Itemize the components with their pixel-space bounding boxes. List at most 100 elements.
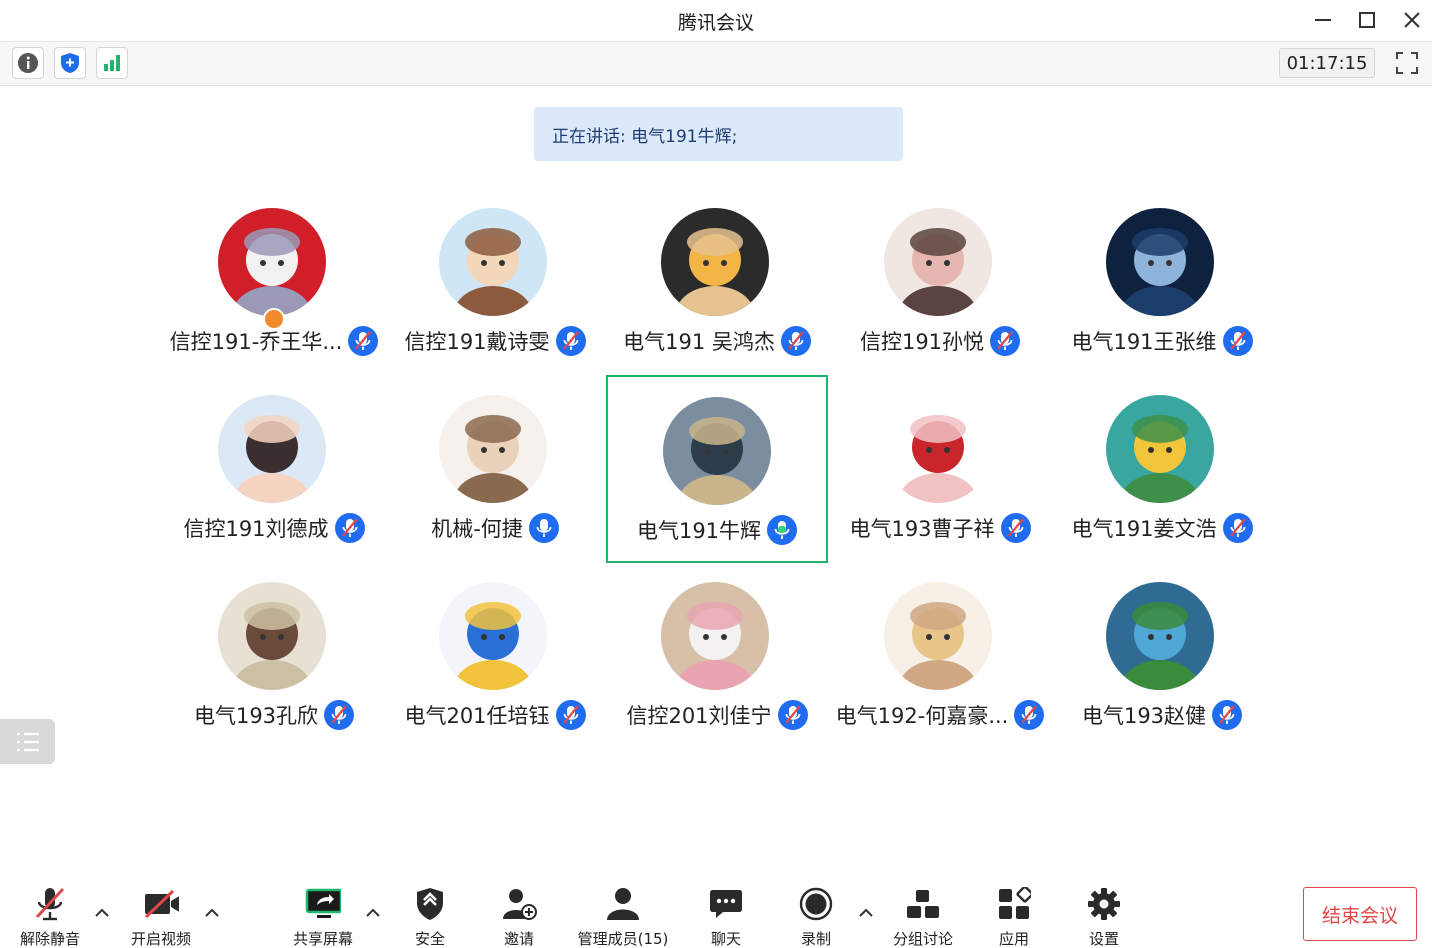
invite-button[interactable]: 邀请: [469, 886, 569, 948]
avatar-image: [884, 582, 992, 690]
mic-muted-icon: [997, 331, 1013, 350]
participant-tile[interactable]: 机械-何捷: [384, 375, 606, 563]
mic-muted-badge[interactable]: [1222, 513, 1253, 543]
manage-members-button[interactable]: 管理成员(15): [573, 886, 673, 948]
security-shield-button[interactable]: [54, 47, 86, 79]
members-icon: [607, 888, 639, 920]
mic-on-badge[interactable]: [528, 513, 559, 543]
avatar-image: [1106, 208, 1214, 316]
participant-name-row: 信控191-乔王华...: [163, 326, 385, 356]
participant-avatar: [1106, 395, 1214, 503]
participant-avatar: [884, 208, 992, 316]
chat-button[interactable]: 聊天: [676, 886, 776, 948]
mic-muted-icon: [562, 705, 579, 724]
maximize-button[interactable]: [1350, 6, 1384, 34]
speaking-banner: 正在讲话: 电气191牛辉;: [534, 107, 903, 161]
participant-tile[interactable]: 电气201任培钰: [384, 562, 606, 750]
shield-icon: [61, 53, 79, 73]
participant-tile[interactable]: 信控191孙悦: [829, 188, 1051, 376]
info-button[interactable]: [12, 47, 44, 79]
settings-button[interactable]: 设置: [1054, 886, 1154, 948]
mic-muted-badge[interactable]: [990, 326, 1021, 356]
participant-tile[interactable]: 电气193赵健: [1051, 562, 1273, 750]
participant-name: 电气193曹子祥: [849, 517, 995, 541]
participant-tile[interactable]: 信控201刘佳宁: [606, 562, 828, 750]
invite-label: 邀请: [503, 930, 534, 948]
record-options-caret[interactable]: [858, 906, 874, 918]
participant-tile[interactable]: 电气192-何嘉豪...: [829, 562, 1051, 750]
participant-tile[interactable]: 信控191刘德成: [163, 375, 385, 563]
mic-muted-badge[interactable]: [1212, 700, 1243, 730]
avatar-image: [218, 208, 326, 316]
breakout-rooms-button[interactable]: 分组讨论: [873, 886, 973, 948]
view-list-button[interactable]: [0, 719, 55, 764]
avatar-image: [884, 395, 992, 503]
apps-button[interactable]: 应用: [964, 886, 1064, 948]
share-screen-button[interactable]: 共享屏幕: [273, 886, 373, 948]
breakout-icon: [907, 890, 939, 918]
share-options-caret[interactable]: [365, 906, 381, 918]
fullscreen-icon: [1396, 52, 1418, 74]
apps-label: 应用: [998, 930, 1029, 948]
mic-muted-badge[interactable]: [780, 326, 811, 356]
meeting-timer: 01:17:15: [1279, 48, 1375, 78]
avatar-image: [661, 208, 769, 316]
mic-muted-badge[interactable]: [348, 326, 379, 356]
start-video-button[interactable]: 开启视频: [111, 886, 211, 948]
mic-muted-badge[interactable]: [334, 513, 365, 543]
avatar-image: [439, 208, 547, 316]
avatar-image: [218, 395, 326, 503]
record-button[interactable]: 录制: [766, 886, 866, 948]
participant-name-row: 电气192-何嘉豪...: [829, 700, 1051, 730]
participant-name: 信控201刘佳宁: [626, 704, 772, 728]
participant-name: 电气191 吴鸿杰: [623, 330, 775, 354]
mic-muted-badge[interactable]: [1014, 700, 1045, 730]
participant-name-row: 电气191牛辉: [608, 515, 826, 545]
fullscreen-button[interactable]: [1391, 48, 1423, 78]
participant-name-row: 电气193孔欣: [163, 700, 385, 730]
mic-muted-icon: [1021, 705, 1038, 724]
participant-tile[interactable]: 信控191戴诗雯: [384, 188, 606, 376]
close-button[interactable]: [1395, 6, 1429, 34]
video-options-caret[interactable]: [204, 906, 220, 918]
security-button[interactable]: 安全: [380, 886, 480, 948]
mic-muted-badge[interactable]: [555, 700, 586, 730]
mic-on-badge[interactable]: [767, 515, 798, 545]
avatar-image: [1106, 582, 1214, 690]
participant-name: 信控191刘德成: [183, 517, 329, 541]
unmute-button[interactable]: 解除静音: [0, 886, 100, 948]
participant-avatar: [1106, 582, 1214, 690]
end-meeting-button[interactable]: 结束会议: [1303, 887, 1417, 941]
minimize-icon: [1315, 19, 1331, 21]
mic-muted-badge[interactable]: [1000, 513, 1031, 543]
security-shield-icon: [417, 888, 443, 920]
participant-name: 机械-何捷: [431, 517, 523, 541]
participant-tile[interactable]: 电气191 吴鸿杰: [606, 188, 828, 376]
participant-tile[interactable]: 电气191王张维: [1051, 188, 1273, 376]
participant-name: 电气191姜文浩: [1071, 517, 1217, 541]
participant-tile[interactable]: 电气191牛辉: [606, 375, 828, 563]
participant-avatar: [661, 208, 769, 316]
participant-name-row: 机械-何捷: [384, 513, 606, 543]
participant-name-row: 电气191 吴鸿杰: [606, 326, 828, 356]
mic-muted-icon: [341, 518, 358, 537]
signal-button[interactable]: [96, 47, 128, 79]
participant-tile[interactable]: 电气193孔欣: [163, 562, 385, 750]
participant-name: 信控191戴诗雯: [404, 330, 550, 354]
mic-muted-badge[interactable]: [1222, 326, 1253, 356]
participant-tile[interactable]: 信控191-乔王华...: [163, 188, 385, 376]
minimize-button[interactable]: [1306, 6, 1340, 34]
audio-options-caret[interactable]: [94, 906, 110, 918]
avatar-image: [884, 208, 992, 316]
camera-off-icon: [144, 889, 179, 919]
participant-avatar: [218, 208, 326, 316]
mic-muted-icon: [35, 887, 65, 921]
participant-tile[interactable]: 电气191姜文浩: [1051, 375, 1273, 563]
participant-tile[interactable]: 电气193曹子祥: [829, 375, 1051, 563]
mic-muted-badge[interactable]: [324, 700, 355, 730]
mic-muted-badge[interactable]: [555, 326, 586, 356]
signal-bars-icon: [104, 55, 120, 71]
participant-name: 电气193孔欣: [193, 704, 319, 728]
participant-name-row: 电气193赵健: [1051, 700, 1273, 730]
mic-muted-badge[interactable]: [777, 700, 808, 730]
